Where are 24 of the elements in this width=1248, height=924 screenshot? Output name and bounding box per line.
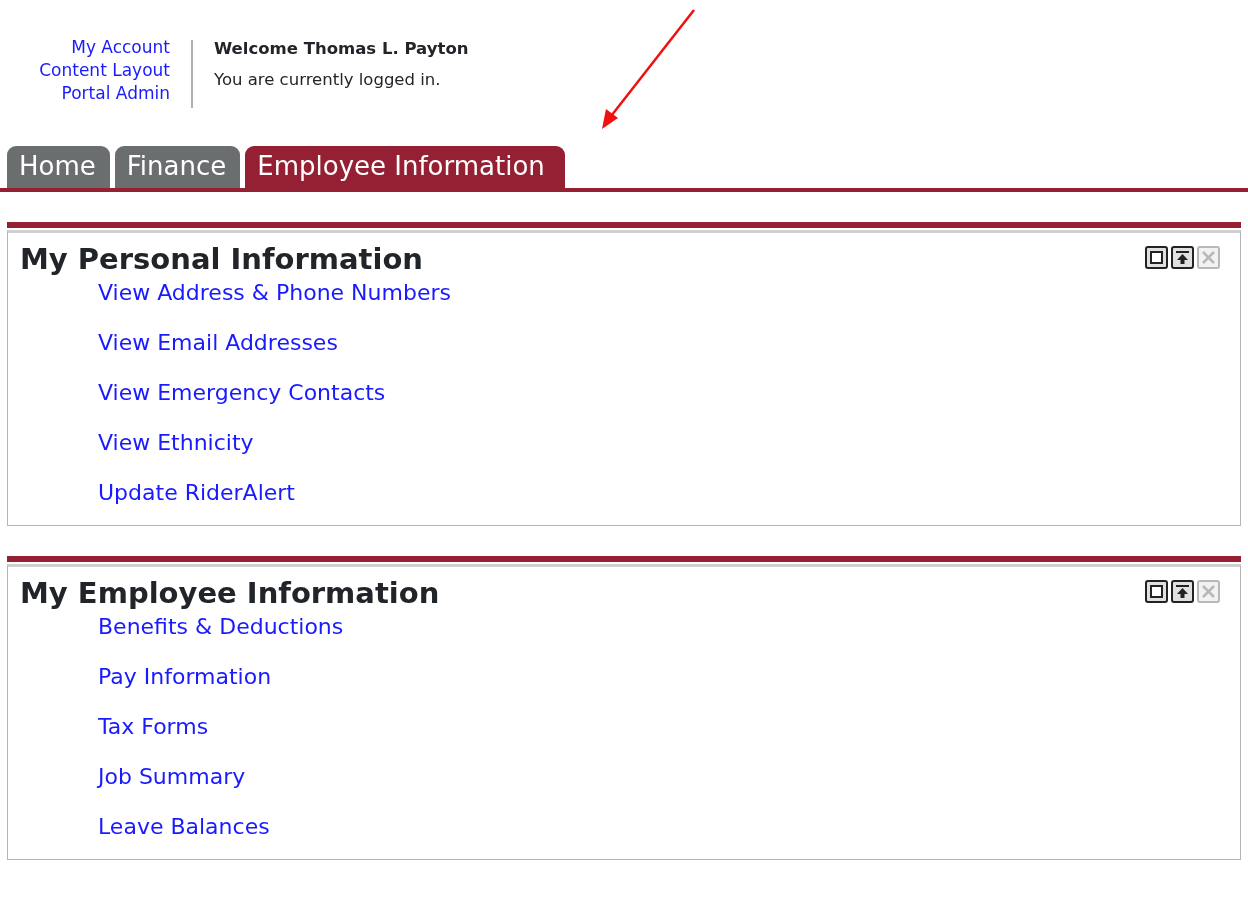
minimize-button[interactable] xyxy=(1171,579,1194,602)
maximize-button[interactable] xyxy=(1145,579,1168,602)
nav-tab[interactable]: Finance xyxy=(114,146,241,188)
welcome-text: Welcome Thomas L. Payton xyxy=(214,38,469,60)
portlet-link[interactable]: Update RiderAlert xyxy=(98,479,295,507)
portlet-link[interactable]: View Email Addresses xyxy=(98,329,338,357)
account-link[interactable]: Content Layout xyxy=(0,59,170,82)
portlet-link[interactable]: Pay Information xyxy=(98,663,272,691)
portlet-title: My Personal Information xyxy=(20,241,423,277)
nav-tab[interactable]: Employee Information xyxy=(245,146,565,188)
portlet-link[interactable]: Tax Forms xyxy=(98,713,209,741)
portlet-link[interactable]: Leave Balances xyxy=(98,813,270,841)
portlet-link[interactable]: View Emergency Contacts xyxy=(98,379,386,407)
maximize-button[interactable] xyxy=(1145,245,1168,268)
minimize-button[interactable] xyxy=(1171,245,1194,268)
portlet-link[interactable]: Job Summary xyxy=(98,763,246,791)
nav-tab[interactable]: Home xyxy=(7,146,110,188)
portlet-link[interactable]: View Address & Phone Numbers xyxy=(98,279,451,307)
portlet-link[interactable]: View Ethnicity xyxy=(98,429,254,457)
portlet-link[interactable]: Benefits & Deductions xyxy=(98,613,344,641)
login-status: You are currently logged in. xyxy=(214,68,442,91)
portlet-title: My Employee Information xyxy=(20,575,440,611)
account-link[interactable]: My Account xyxy=(0,36,170,59)
account-link[interactable]: Portal Admin xyxy=(0,82,170,105)
